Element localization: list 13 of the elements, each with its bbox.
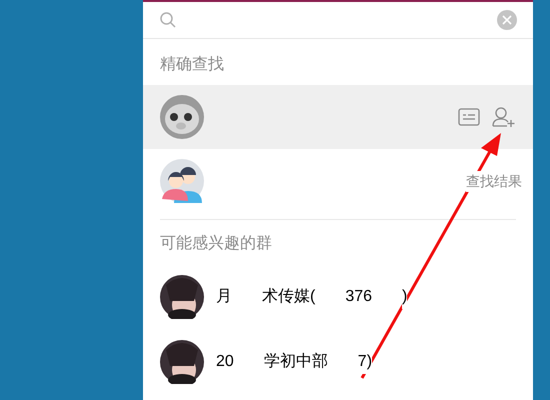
group-row[interactable]: 20 学初中部 7) xyxy=(143,329,533,394)
profile-card-icon[interactable] xyxy=(458,108,480,126)
avatar xyxy=(160,159,204,203)
clear-icon[interactable] xyxy=(497,10,517,30)
search-icon xyxy=(159,11,177,29)
avatar xyxy=(160,274,204,318)
section-title: 精确查找 xyxy=(159,54,225,75)
result-row[interactable] xyxy=(143,85,533,149)
add-friend-icon[interactable] xyxy=(492,106,516,128)
group-row[interactable]: 月 术传媒( 376 ) xyxy=(143,264,533,329)
section-title: 可能感兴趣的群 xyxy=(159,234,273,254)
avatar xyxy=(160,340,204,384)
avatar xyxy=(160,95,204,139)
